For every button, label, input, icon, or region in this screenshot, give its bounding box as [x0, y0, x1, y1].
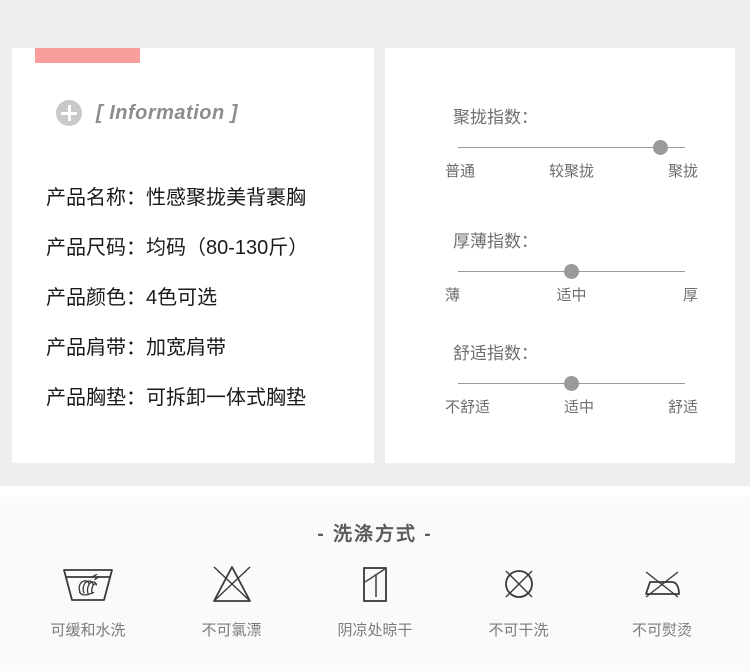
care-item-label: 阴凉处晾干	[337, 622, 413, 639]
slider-title: 聚拢指数：	[453, 108, 538, 127]
spec-value: 加宽肩带	[146, 337, 226, 359]
product-spec-list: 产品名称：性感聚拢美背裹胸 产品尺码：均码（80-130斤） 产品颜色：4色可选…	[46, 188, 366, 438]
care-item-label: 不可熨烫	[631, 622, 692, 639]
care-item-no-iron: 不可熨烫	[592, 555, 732, 640]
gentle-wash-tub-icon	[58, 555, 118, 613]
thickness-index-slider[interactable]	[458, 264, 685, 280]
slider-tick-label: 适中	[563, 399, 594, 416]
slider-track	[458, 147, 685, 148]
slider-tick-label: 舒适	[667, 399, 698, 416]
spec-label: 产品尺码：	[46, 237, 146, 259]
information-title: [ Information ]	[96, 101, 238, 124]
no-chlorine-bleach-triangle-icon	[202, 555, 262, 613]
product-information-panel: [ Information ] 产品名称：性感聚拢美背裹胸 产品尺码：均码（80…	[12, 48, 374, 463]
slider-title: 厚薄指数：	[453, 232, 538, 251]
slider-knob[interactable]	[652, 140, 668, 155]
spec-label: 产品颜色：	[46, 287, 146, 309]
slider-tick-label: 较聚拢	[548, 163, 594, 180]
care-icon-list: 可缓和水洗 不可氯漂 阴凉处晾干 不可干洗 不可熨烫	[18, 555, 732, 640]
care-item-no-bleach: 不可氯漂	[162, 555, 302, 640]
spec-value: 4色可选	[146, 287, 218, 309]
spec-label: 产品名称：	[46, 187, 146, 209]
no-iron-icon	[632, 555, 692, 613]
care-item-label: 可缓和水洗	[50, 622, 126, 639]
plus-circle-icon	[56, 100, 82, 126]
slider-title: 舒适指数：	[453, 344, 538, 363]
care-item-no-dry-clean: 不可干洗	[449, 555, 589, 640]
pink-accent-bar	[35, 48, 140, 63]
information-header: [ Information ]	[56, 100, 238, 126]
spec-row-strap: 产品肩带：加宽肩带	[46, 338, 366, 358]
spec-value: 可拆卸一体式胸垫	[146, 387, 306, 409]
care-instructions-section: - 洗涤方式 - 可缓和水洗 不可氯漂 阴凉处晾干 不可干洗 不可熨烫	[0, 497, 750, 671]
care-item-label: 不可干洗	[488, 622, 549, 639]
spec-label: 产品肩带：	[46, 337, 146, 359]
slider-tick-labels: 不舒适 适中 舒适	[445, 396, 698, 417]
slider-knob[interactable]	[564, 264, 579, 279]
dry-in-shade-square-icon	[345, 555, 405, 613]
spec-label: 产品胸垫：	[46, 387, 146, 409]
comfort-index-slider[interactable]	[458, 376, 685, 392]
spec-row-size: 产品尺码：均码（80-130斤）	[46, 238, 366, 258]
care-item-label: 不可氯漂	[201, 622, 262, 639]
slider-tick-label: 聚拢	[667, 163, 698, 180]
spec-row-color: 产品颜色：4色可选	[46, 288, 366, 308]
spec-row-name: 产品名称：性感聚拢美背裹胸	[46, 188, 366, 208]
slider-knob[interactable]	[564, 376, 579, 391]
slider-tick-labels: 普通 较聚拢 聚拢	[445, 160, 698, 181]
spec-value: 均码（80-130斤）	[146, 237, 309, 259]
care-section-title: - 洗涤方式 -	[317, 524, 433, 545]
spec-value: 性感聚拢美背裹胸	[146, 187, 306, 209]
gather-index-slider[interactable]	[458, 140, 685, 156]
spec-row-pad: 产品胸垫：可拆卸一体式胸垫	[46, 388, 366, 408]
care-item-gentle-wash: 可缓和水洗	[18, 555, 158, 640]
product-index-panel: 聚拢指数： 普通 较聚拢 聚拢 厚薄指数： 薄 适中 厚 舒适指数： 不舒适 适…	[385, 48, 735, 463]
no-dry-clean-circle-icon	[489, 555, 549, 613]
slider-tick-label: 普通	[445, 163, 476, 180]
slider-tick-label: 薄	[445, 287, 461, 304]
slider-tick-label: 厚	[682, 287, 698, 304]
care-item-dry-in-shade: 阴凉处晾干	[305, 555, 445, 640]
slider-tick-label: 不舒适	[445, 399, 491, 416]
slider-tick-label: 适中	[556, 287, 587, 304]
slider-tick-labels: 薄 适中 厚	[445, 284, 698, 305]
